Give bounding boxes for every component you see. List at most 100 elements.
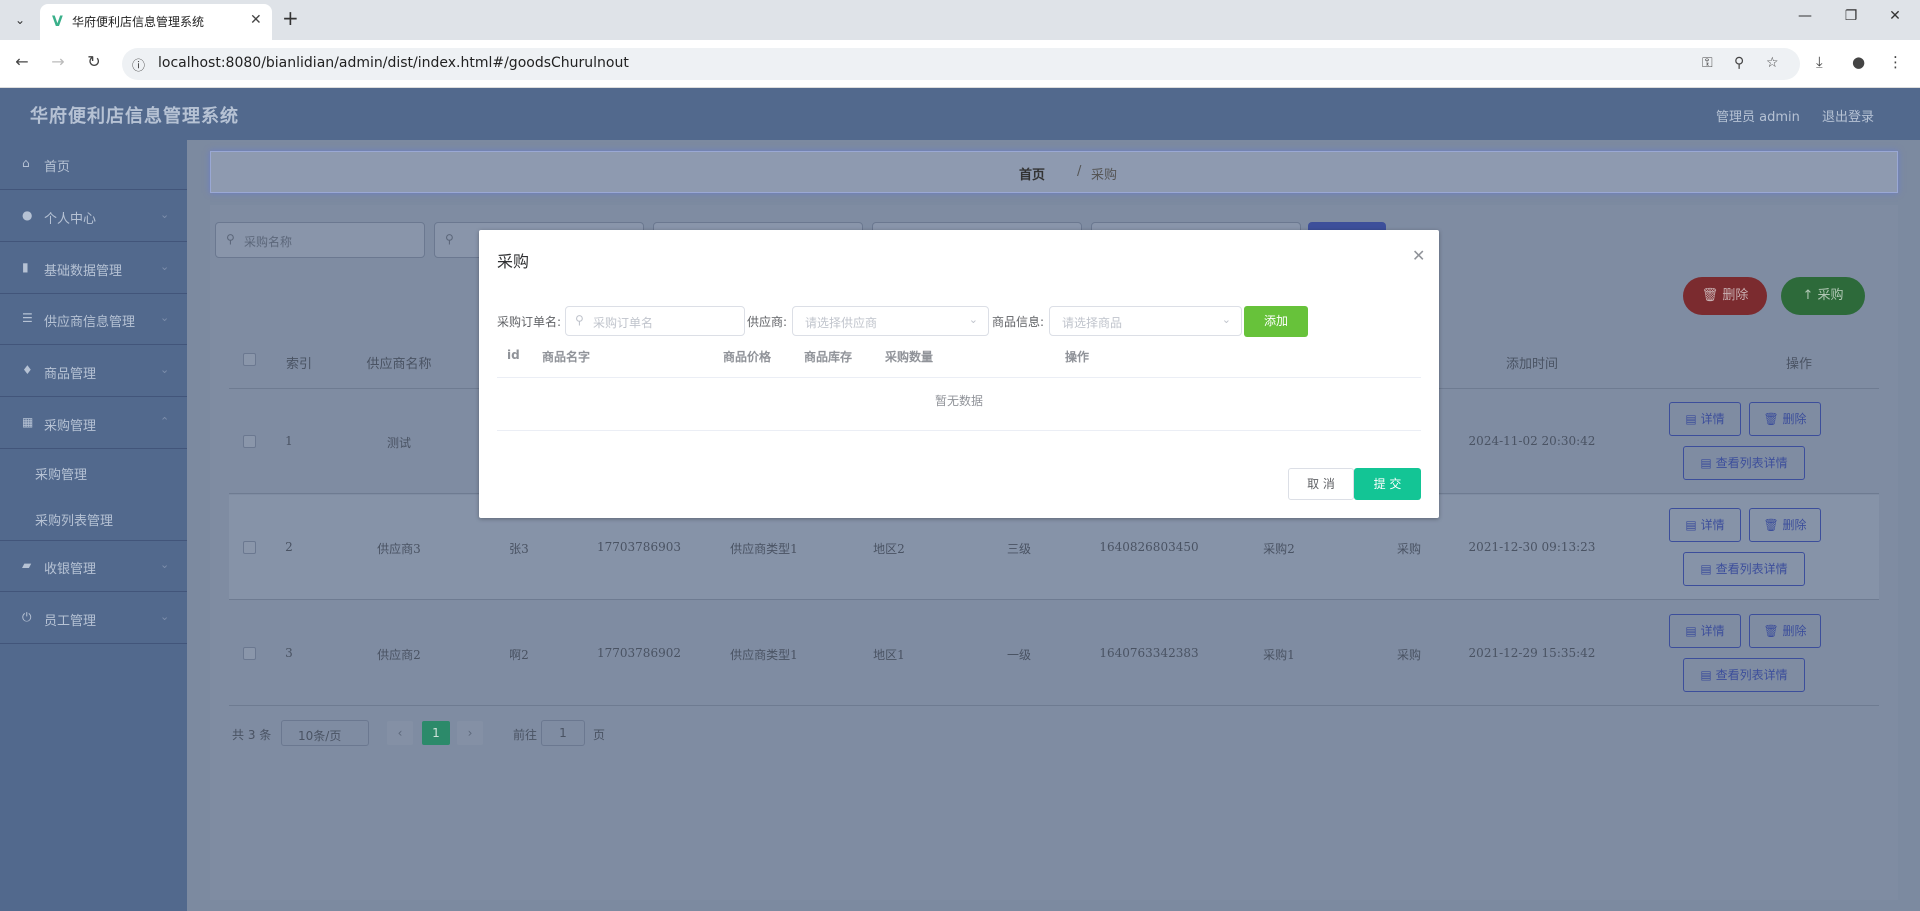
supplier-placeholder: 请选择供应商	[805, 316, 878, 330]
profile-avatar-icon[interactable]: ●	[1852, 53, 1865, 71]
list-detail-label: 查看列表详情	[1715, 668, 1788, 682]
supplier-select[interactable]: 请选择供应商 ⌄	[792, 306, 989, 336]
app-title: 华府便利店信息管理系统	[30, 106, 239, 127]
cell-contact: 啊2	[509, 648, 529, 662]
goto-page-input[interactable]: 1	[541, 720, 585, 746]
row-checkbox[interactable]	[243, 647, 256, 660]
row-checkbox[interactable]	[243, 541, 256, 554]
row-delete-button[interactable]: 🗑 删除	[1749, 508, 1821, 542]
window-close-icon[interactable]: ✕	[1880, 8, 1910, 24]
logout-link[interactable]: 退出登录	[1822, 106, 1874, 125]
list-detail-button[interactable]: ▤ 查看列表详情	[1683, 552, 1805, 586]
sidebar-subitem-purchase[interactable]: 采购管理	[0, 450, 187, 495]
cell-time: 2021-12-30 09:13:23	[1468, 540, 1596, 554]
vue-favicon-icon: V	[52, 14, 63, 30]
purchase-name-search-input[interactable]: ⚲ 采购名称	[215, 222, 425, 258]
list-detail-button[interactable]: ▤ 查看列表详情	[1683, 446, 1805, 480]
tab-close-icon[interactable]: ✕	[250, 12, 262, 28]
user-icon: ●	[22, 208, 33, 222]
col-actions: 操作	[1065, 350, 1090, 364]
list-icon: ☰	[22, 311, 33, 325]
cell-type: 供应商类型1	[730, 648, 798, 662]
zoom-icon[interactable]: ⚲	[1734, 55, 1744, 71]
chevron-down-icon: ⌄	[968, 313, 978, 326]
minimize-icon[interactable]: —	[1790, 8, 1820, 24]
add-goods-button[interactable]: 添加	[1244, 306, 1308, 337]
cell-region: 地区1	[873, 648, 905, 662]
purchase-label: 采购	[1817, 288, 1844, 303]
cancel-button[interactable]: 取 消	[1288, 468, 1354, 500]
sidebar-item-label: 采购列表管理	[35, 514, 114, 529]
app-header: 华府便利店信息管理系统 管理员 admin 退出登录	[0, 88, 1920, 140]
cell-status: 采购	[1396, 542, 1421, 556]
sidebar-item-supplier[interactable]: ☰ 供应商信息管理 ⌄	[0, 295, 187, 345]
detail-button[interactable]: ▤ 详情	[1669, 614, 1741, 648]
sidebar-item-home[interactable]: ⌂ 首页	[0, 140, 187, 190]
cell-index: 2	[285, 540, 293, 554]
detail-label: 详情	[1700, 412, 1725, 426]
address-bar[interactable]: ⓘ localhost:8080/bianlidian/admin/dist/i…	[122, 48, 1800, 80]
forward-arrow-icon[interactable]: →	[46, 52, 70, 71]
purchase-button[interactable]: ↑ 采购	[1781, 277, 1865, 315]
empty-text: 暂无数据	[934, 394, 983, 408]
col-id: id	[507, 348, 520, 362]
page-number-current[interactable]: 1	[422, 721, 450, 745]
cell-phone: 17703786902	[597, 646, 681, 660]
sidebar-item-profile[interactable]: ● 个人中心 ⌄	[0, 192, 187, 242]
goto-label: 前往	[513, 728, 538, 742]
next-page-icon[interactable]: ›	[457, 721, 483, 745]
sidebar-item-label: 个人中心	[44, 212, 97, 227]
sidebar-item-staff[interactable]: ⏻ 员工管理 ⌄	[0, 594, 187, 644]
more-menu-icon[interactable]: ⋮	[1888, 53, 1903, 71]
row-delete-button[interactable]: 🗑 删除	[1749, 402, 1821, 436]
bookmark-star-icon[interactable]: ☆	[1766, 55, 1779, 71]
tab-title: 华府便利店信息管理系统	[72, 15, 205, 29]
row-delete-button[interactable]: 🗑 删除	[1749, 614, 1821, 648]
sidebar-item-basic-data[interactable]: ▮ 基础数据管理 ⌄	[0, 244, 187, 294]
browser-tabbar: ⌄ V 华府便利店信息管理系统 ✕ + — ❐ ✕	[0, 0, 1920, 40]
page-size-value: 10条/页	[298, 729, 342, 743]
wallet-icon: ▰	[22, 558, 32, 572]
sidebar-subitem-purchase-list[interactable]: 采购列表管理	[0, 496, 187, 541]
cell-phone: 17703786903	[597, 540, 681, 554]
order-name-label: 采购订单名:	[497, 315, 562, 329]
password-key-icon[interactable]: ⚿	[1702, 55, 1713, 71]
url-text[interactable]: localhost:8080/bianlidian/admin/dist/ind…	[158, 55, 629, 71]
home-icon: ⌂	[22, 156, 30, 170]
sidebar-item-cashier[interactable]: ▰ 收银管理 ⌄	[0, 542, 187, 592]
submit-button[interactable]: 提 交	[1354, 468, 1421, 500]
restore-icon[interactable]: ❐	[1836, 8, 1866, 24]
reload-icon[interactable]: ↻	[82, 52, 106, 71]
browser-tab[interactable]: V 华府便利店信息管理系统 ✕	[40, 4, 272, 40]
prev-page-icon[interactable]: ‹	[387, 721, 413, 745]
breadcrumb-home[interactable]: 首页	[1019, 164, 1045, 183]
detail-button[interactable]: ▤ 详情	[1669, 508, 1741, 542]
new-tab-icon[interactable]: +	[282, 6, 299, 30]
browser-toolbar: ← → ↻ ⓘ localhost:8080/bianlidian/admin/…	[0, 40, 1920, 88]
breadcrumb: 首页 / 采购	[210, 151, 1898, 193]
search-icon: ⚲	[226, 232, 235, 246]
cell-purchase: 采购2	[1263, 542, 1295, 556]
download-icon[interactable]: ⤓	[1816, 53, 1823, 71]
list-detail-label: 查看列表详情	[1715, 562, 1788, 576]
list-detail-button[interactable]: ▤ 查看列表详情	[1683, 658, 1805, 692]
sidebar-item-label: 采购管理	[44, 419, 97, 434]
chevron-down-icon: ⌄	[160, 558, 170, 571]
back-arrow-icon[interactable]: ←	[10, 52, 34, 71]
delete-label: 删除	[1782, 624, 1807, 638]
supplier-label: 供应商:	[747, 315, 788, 329]
detail-button[interactable]: ▤ 详情	[1669, 402, 1741, 436]
dialog-close-icon[interactable]: ✕	[1412, 246, 1425, 265]
site-info-icon[interactable]: ⓘ	[132, 55, 145, 74]
tab-search-chevron-icon[interactable]: ⌄	[8, 8, 32, 32]
chevron-up-icon: ⌃	[160, 415, 170, 428]
goods-select[interactable]: 请选择商品 ⌄	[1049, 306, 1242, 336]
row-checkbox[interactable]	[243, 435, 256, 448]
page-size-select[interactable]: 10条/页	[281, 720, 369, 746]
sidebar-item-purchase[interactable]: ▦ 采购管理 ⌃	[0, 399, 187, 449]
current-user: 管理员 admin	[1716, 110, 1800, 125]
select-all-checkbox[interactable]	[243, 353, 256, 366]
sidebar-item-goods[interactable]: ♦ 商品管理 ⌄	[0, 347, 187, 397]
order-name-input[interactable]: ⚲ 采购订单名	[565, 306, 745, 336]
bulk-delete-button[interactable]: 🗑 删除	[1683, 277, 1767, 315]
